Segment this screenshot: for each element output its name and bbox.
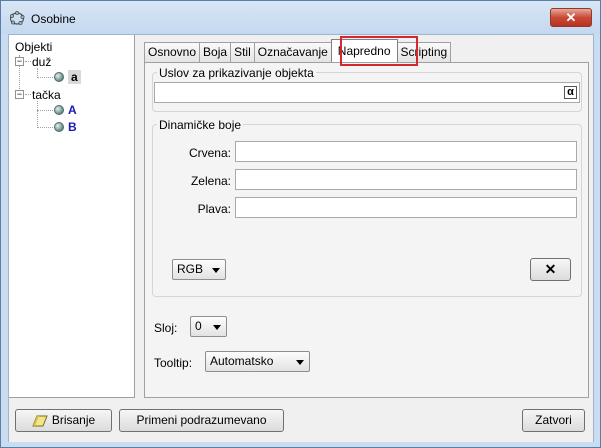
delete-button[interactable]: Brisanje [15, 409, 112, 432]
expand-toggle-tacka[interactable]: − [15, 90, 24, 99]
tab-bar: Osnovno Boja Stil Označavanje Napredno S… [144, 39, 452, 62]
eraser-icon [32, 415, 48, 427]
object-tree[interactable]: Objekti − duž a − tačka A B [9, 35, 135, 398]
tab-boja[interactable]: Boja [199, 42, 232, 62]
tree-group-tacka[interactable]: tačka [32, 88, 61, 102]
tree-item-label: a [68, 70, 81, 84]
point-icon [54, 105, 64, 115]
close-icon: ✕ [565, 10, 577, 25]
properties-window: Osobine ✕ Objekti − duž a − tačka A B Os… [0, 0, 601, 448]
close-icon: ✕ [544, 261, 557, 277]
blue-input[interactable] [235, 197, 577, 218]
tree-item-A[interactable]: A [54, 103, 77, 117]
point-icon [54, 122, 64, 132]
dialog-footer: Brisanje Primeni podrazumevano Zatvori [9, 399, 593, 442]
properties-panel: Osnovno Boja Stil Označavanje Napredno S… [136, 35, 593, 398]
tab-oznacavanje[interactable]: Označavanje [253, 42, 332, 62]
tab-napredno[interactable]: Napredno [330, 39, 398, 62]
window-title: Osobine [31, 12, 76, 26]
tree-item-B[interactable]: B [54, 120, 77, 134]
point-icon [54, 72, 64, 82]
green-input[interactable] [235, 169, 577, 190]
chevron-down-icon [213, 325, 221, 330]
dialog-client-area: Objekti − duž a − tačka A B Osnovno Boja… [8, 34, 594, 442]
layer-select[interactable]: 0 [190, 316, 227, 337]
delete-label: Brisanje [51, 413, 96, 427]
apply-defaults-button[interactable]: Primeni podrazumevano [119, 409, 284, 432]
tab-stil[interactable]: Stil [230, 42, 255, 62]
blue-label: Plava: [197, 202, 231, 216]
tree-item-label: B [68, 120, 77, 134]
tooltip-label: Tooltip: [154, 356, 193, 370]
chevron-down-icon [212, 268, 220, 273]
tree-item-label: A [68, 103, 77, 117]
layer-label: Sloj: [154, 321, 178, 335]
expand-toggle-duz[interactable]: − [15, 57, 24, 66]
condition-title: Uslov za prikazivanje objekta [157, 66, 316, 80]
chevron-down-icon [296, 360, 304, 365]
tree-item-a[interactable]: a [54, 70, 81, 84]
tooltip-select[interactable]: Automatsko [205, 351, 310, 372]
clear-colors-button[interactable]: ✕ [530, 258, 571, 281]
tree-root-label: Objekti [15, 40, 53, 54]
color-mode-value: RGB [177, 262, 204, 276]
alpha-symbol-button[interactable]: α [564, 86, 577, 99]
tab-panel-napredno: Uslov za prikazivanje objekta α Dinamičk… [144, 62, 589, 398]
layer-value: 0 [195, 319, 202, 333]
color-mode-select[interactable]: RGB [172, 259, 226, 280]
tree-group-duz[interactable]: duž [32, 55, 51, 69]
title-bar[interactable]: Osobine ✕ [1, 1, 600, 34]
close-button[interactable]: Zatvori [522, 409, 585, 432]
red-input[interactable] [235, 141, 577, 162]
window-close-button[interactable]: ✕ [550, 8, 592, 27]
dynamic-colors-title: Dinamičke boje [157, 118, 244, 132]
app-logo-icon [9, 11, 25, 25]
tooltip-value: Automatsko [210, 354, 274, 368]
red-label: Crvena: [188, 146, 231, 160]
green-label: Zelena: [190, 174, 231, 188]
tab-scripting[interactable]: Scripting [396, 42, 452, 62]
tab-osnovno[interactable]: Osnovno [144, 42, 201, 62]
condition-input[interactable]: α [154, 82, 580, 103]
